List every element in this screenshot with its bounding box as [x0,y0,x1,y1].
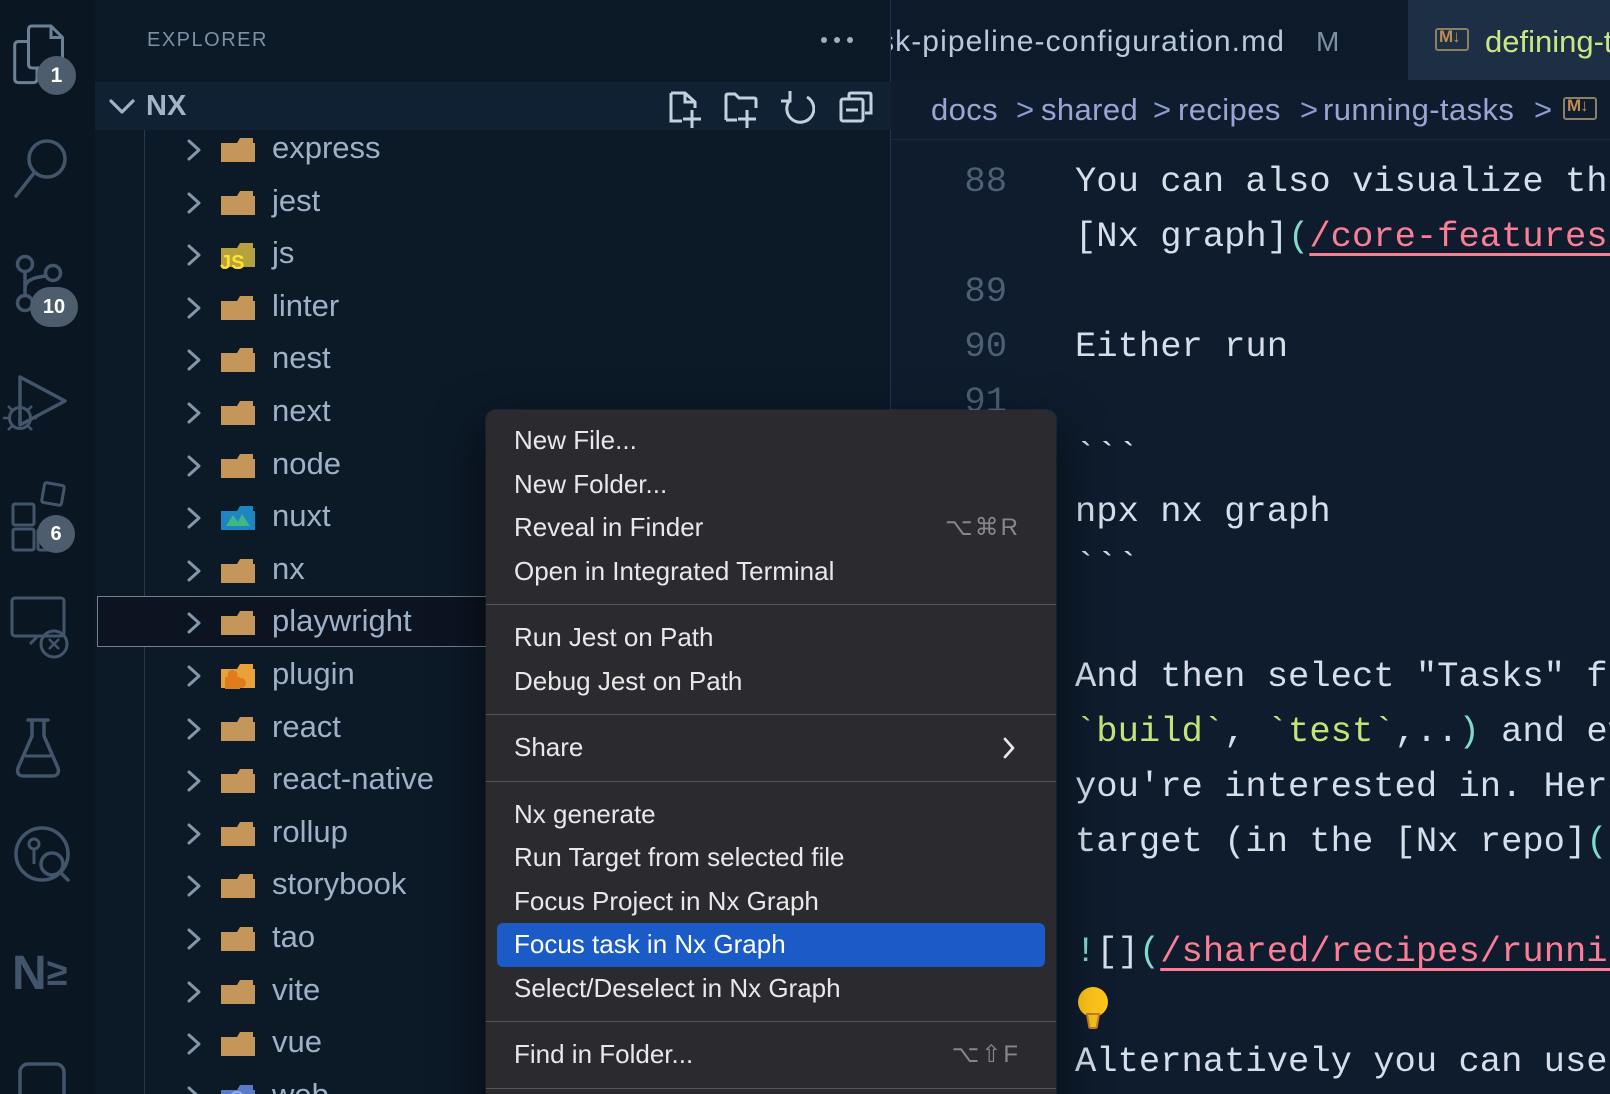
svg-text:JS: JS [220,252,244,269]
